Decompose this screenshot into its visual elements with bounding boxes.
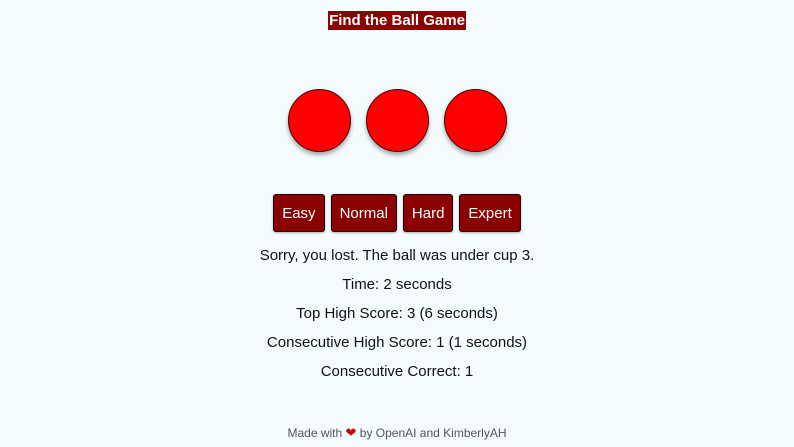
difficulty-buttons: Easy Normal Hard Expert bbox=[0, 194, 794, 232]
footer-made-with: Made with bbox=[287, 426, 343, 440]
footer-credits: by OpenAI and KimberlyAH bbox=[359, 426, 507, 440]
expert-button[interactable]: Expert bbox=[459, 194, 521, 232]
easy-button[interactable]: Easy bbox=[273, 194, 325, 232]
top-high-score: Top High Score: 3 (6 seconds) bbox=[296, 305, 498, 322]
page-title: Find the Ball Game bbox=[328, 11, 466, 30]
time-text: Time: 2 seconds bbox=[342, 276, 452, 293]
game-page: Find the Ball Game Easy Normal Hard Expe… bbox=[0, 0, 794, 447]
cup-2[interactable] bbox=[365, 89, 429, 152]
cup-1[interactable] bbox=[287, 89, 351, 152]
consecutive-correct: Consecutive Correct: 1 bbox=[320, 363, 474, 380]
normal-button[interactable]: Normal bbox=[330, 194, 397, 232]
stats-panel: Sorry, you lost. The ball was under cup … bbox=[0, 246, 794, 391]
result-message: Sorry, you lost. The ball was under cup … bbox=[259, 247, 535, 264]
consecutive-high-score: Consecutive High Score: 1 (1 seconds) bbox=[266, 334, 528, 351]
footer: Made with ❤ by OpenAI and KimberlyAH bbox=[0, 425, 794, 441]
heart-icon: ❤ bbox=[345, 425, 357, 440]
cup-3[interactable] bbox=[443, 89, 507, 152]
title-bar: Find the Ball Game bbox=[0, 11, 794, 30]
cups-row bbox=[0, 89, 794, 152]
hard-button[interactable]: Hard bbox=[402, 194, 454, 232]
